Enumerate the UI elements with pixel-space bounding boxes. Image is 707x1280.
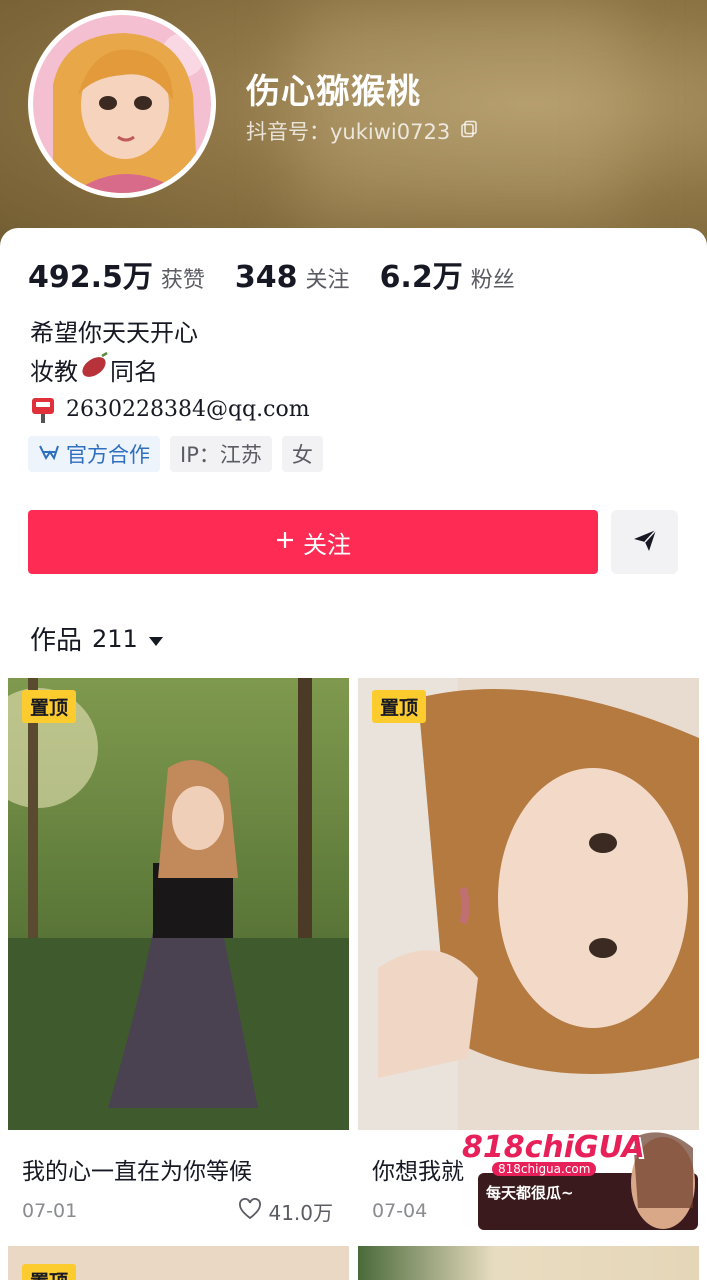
works-tab[interactable]: 作品 211 [30,620,164,657]
douyin-id-text: 抖音号：yukiwi0723 [246,120,451,144]
stat-value: 492.5万 [28,260,153,295]
bio: 希望你天天开心 妆教 同名 2630228384@qq.com [30,314,310,429]
video-title: 你想我就 [372,1159,464,1185]
bio-line-1: 希望你天天开心 [30,319,198,347]
gender-tag: 女 [281,436,323,472]
avatar[interactable] [28,10,216,198]
mailbox-icon [30,396,56,424]
stat-value: 6.2万 [379,260,463,295]
stat-label: 获赞 [160,268,205,293]
video-likes: 41.0万 [238,1197,333,1226]
official-cooperation-tag[interactable]: 官方合作 [28,436,160,472]
video-card[interactable]: 置顶 [8,1246,349,1280]
douyin-id: 抖音号：yukiwi0723 [246,116,478,146]
sweet-potato-icon [78,351,110,391]
stat-following[interactable]: 348 关注 [235,260,350,295]
stat-value: 348 [234,260,298,295]
stat-label: 粉丝 [470,268,515,293]
profile-tags: 官方合作 IP：江苏 女 [28,436,323,472]
bio-line-2-suffix: 同名 [110,357,158,386]
works-count: 211 [92,624,138,653]
follow-button[interactable]: 关注 [28,510,598,574]
pinned-badge: 置顶 [22,1264,77,1280]
video-card[interactable]: 置顶 我的心一直在为你等候 07-01 41.0万 [8,678,349,1238]
send-icon [632,527,658,557]
handshake-icon [38,442,60,467]
video-card[interactable] [358,1246,699,1280]
pinned-badge: 置顶 [372,690,427,723]
ad-slogan: 每天都很瓜~ [486,1184,574,1202]
bio-line-2-prefix: 妆教 [30,357,78,386]
bio-line-2: 妆教 同名 [30,351,310,391]
avatar-image [33,15,211,193]
ad-brand: 818chiGUA [462,1130,645,1165]
stat-label: 关注 [305,268,350,293]
video-thumbnail [8,678,349,1130]
email-text[interactable]: 2630228384@qq.com [66,391,310,429]
copy-icon[interactable] [460,119,478,143]
share-button[interactable] [611,510,678,574]
stat-likes[interactable]: 492.5万 获赞 [28,252,205,296]
likes-count: 41.0万 [268,1201,333,1225]
official-cooperation-label: 官方合作 [66,443,150,467]
pinned-badge: 置顶 [22,690,77,723]
bio-line-email: 2630228384@qq.com [30,391,310,429]
plus-icon [275,528,295,556]
works-label: 作品 [30,626,83,656]
caret-down-icon [148,624,164,654]
ad-banner[interactable]: 818chiGUA 818chigua.com 每天都很瓜~ [458,1128,698,1230]
follow-label: 关注 [303,530,351,559]
video-title: 我的心一直在为你等候 [22,1159,252,1185]
ad-site: 818chigua.com [492,1162,597,1176]
video-date: 07-01 [22,1200,78,1222]
stat-followers[interactable]: 6.2万 粉丝 [380,252,515,296]
stats-row: 492.5万 获赞 348 关注 6.2万 粉丝 [28,252,545,296]
heart-icon [238,1198,262,1225]
video-date: 07-04 [372,1200,428,1222]
ip-tag: IP：江苏 [170,436,272,472]
profile-name: 伤心猕猴桃 [246,72,421,112]
video-thumbnail [358,678,699,1130]
